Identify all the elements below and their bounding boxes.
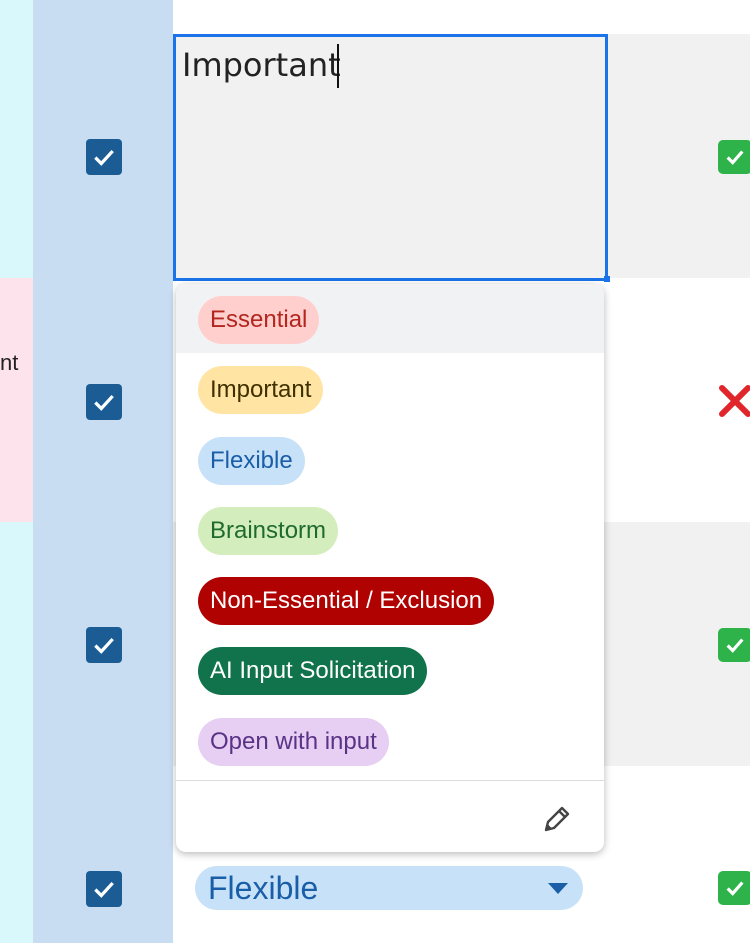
dropdown-divider <box>176 780 604 781</box>
dropdown-option-important[interactable]: Important <box>198 366 324 414</box>
row-3-checkbox[interactable] <box>86 627 122 663</box>
checkmark-icon <box>94 394 114 411</box>
row-4-priority-value: Flexible <box>208 870 319 906</box>
cell-editor-value: Important <box>182 46 341 84</box>
dropdown-menu: Essential Important Flexible Brainstorm … <box>176 284 604 852</box>
row-4-checkbox[interactable] <box>86 871 122 907</box>
dropdown-option-non-essential-exclusion[interactable]: Non-Essential / Exclusion <box>198 577 495 625</box>
checkmark-icon <box>94 149 114 166</box>
left-column-highlight-cell <box>0 278 33 522</box>
dropdown-option-essential[interactable]: Essential <box>198 296 320 344</box>
dropdown-option-brainstorm[interactable]: Brainstorm <box>198 507 339 555</box>
dropdown-option-ai-input-solicitation[interactable]: AI Input Solicitation <box>198 647 428 695</box>
check-mark-icon <box>718 140 750 174</box>
checkmark-icon <box>94 881 114 898</box>
row-2-checkbox[interactable] <box>86 384 122 420</box>
pencil-icon[interactable] <box>540 802 574 836</box>
selection-handle[interactable] <box>604 276 610 282</box>
left-column-partial-text: nt <box>0 350 19 375</box>
check-mark-icon <box>718 628 750 662</box>
check-mark-icon <box>718 871 750 905</box>
dropdown-option-open-with-input[interactable]: Open with input <box>198 718 389 766</box>
row-1-checkbox[interactable] <box>86 139 122 175</box>
chevron-down-icon <box>548 882 568 894</box>
cross-mark-icon <box>718 384 750 418</box>
checkmark-icon <box>94 637 114 654</box>
dropdown-option-flexible[interactable]: Flexible <box>198 437 305 485</box>
text-caret <box>337 44 339 88</box>
